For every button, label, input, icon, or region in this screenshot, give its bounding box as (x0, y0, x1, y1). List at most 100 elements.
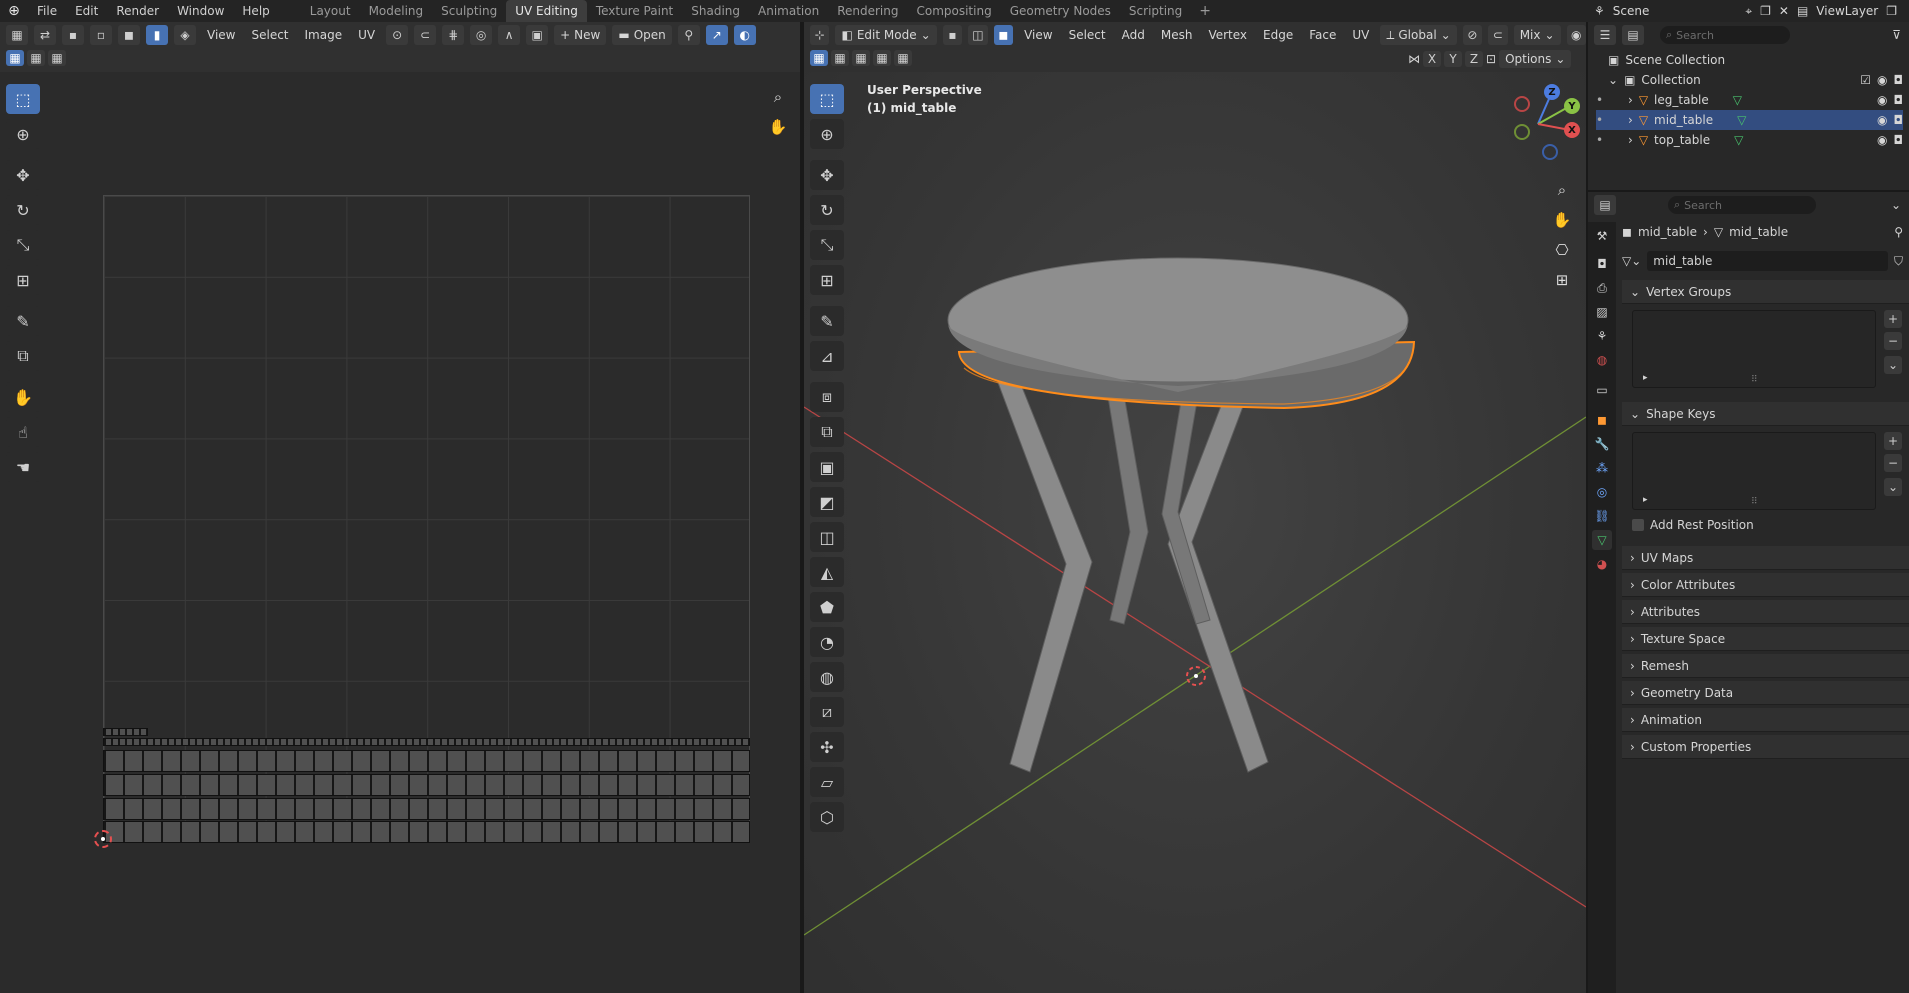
visibility-eye-icon[interactable]: ◉ (1877, 133, 1887, 147)
add-rest-position-checkbox[interactable] (1632, 519, 1644, 531)
scale-tool-icon[interactable]: ⤡ (6, 230, 40, 260)
gizmo-neg-y-icon[interactable] (1514, 124, 1530, 140)
particles-tab-icon[interactable]: ⁂ (1592, 458, 1612, 478)
vertex-group-specials-button[interactable]: ⌄ (1884, 356, 1902, 374)
uv-menu-view[interactable]: View (202, 28, 240, 42)
select-mode-face-icon[interactable]: ◼ (118, 25, 140, 45)
remesh-panel-header[interactable]: › Remesh (1622, 654, 1909, 678)
tab-sculpting[interactable]: Sculpting (432, 0, 506, 22)
tool-tab-icon[interactable]: ⚒ (1592, 226, 1612, 246)
spin-tool-icon[interactable]: ◔ (810, 627, 844, 657)
mode-extend-icon[interactable]: ▦ (27, 50, 45, 66)
material-tab-icon[interactable]: ◕ (1592, 554, 1612, 574)
vp-transform-tool-icon[interactable]: ⊞ (810, 265, 844, 295)
edge-slide-tool-icon[interactable]: ⧄ (810, 697, 844, 727)
mirror-icon[interactable]: ⋈ (1408, 52, 1420, 66)
geometry-data-panel-header[interactable]: › Geometry Data (1622, 681, 1909, 705)
animation-panel-header[interactable]: › Animation (1622, 708, 1909, 732)
mesh-data-icon[interactable]: ▽ (1737, 113, 1746, 127)
vertex-groups-panel-header[interactable]: ⌄ Vertex Groups (1622, 280, 1909, 304)
pinch-tool-icon[interactable]: ☚ (6, 452, 40, 482)
proportional-edit-toggle-icon[interactable]: ◉ (1566, 25, 1586, 45)
gizmo-toggle-icon[interactable]: ↗ (705, 25, 728, 45)
edge-select-icon[interactable]: ◫ (968, 25, 988, 45)
tab-compositing[interactable]: Compositing (907, 0, 1000, 22)
bevel-tool-icon[interactable]: ◩ (810, 487, 844, 517)
uv-menu-image[interactable]: Image (300, 28, 348, 42)
menu-render[interactable]: Render (107, 0, 168, 22)
rip-tool-icon[interactable]: ⧉ (6, 341, 40, 371)
face-select-icon[interactable]: ◼ (993, 25, 1014, 45)
edit-mode-dot-icon[interactable]: • (1596, 113, 1622, 127)
shrink-fatten-tool-icon[interactable]: ✣ (810, 732, 844, 762)
color-attributes-panel-header[interactable]: › Color Attributes (1622, 573, 1909, 597)
gizmo-neg-z-icon[interactable] (1542, 144, 1558, 160)
options-dropdown[interactable]: Options ⌄ (1499, 50, 1572, 68)
render-camera-icon[interactable]: ◘ (1894, 113, 1904, 127)
smooth-tool-icon[interactable]: ◍ (810, 662, 844, 692)
poly-build-tool-icon[interactable]: ⬟ (810, 592, 844, 622)
menu-window[interactable]: Window (168, 0, 233, 22)
output-tab-icon[interactable]: ⎙ (1592, 278, 1612, 298)
edit-mode-dot-icon[interactable]: • (1596, 133, 1622, 147)
expand-list-icon[interactable]: ▸ (1643, 373, 1648, 383)
tab-shading[interactable]: Shading (682, 0, 749, 22)
mesh-data-icon[interactable]: ▽ (1734, 133, 1743, 147)
rip-region-tool-icon[interactable]: ⬡ (810, 802, 844, 832)
vertex-groups-list[interactable]: ▸ ⠿ (1632, 310, 1876, 388)
uv-menu-select[interactable]: Select (246, 28, 293, 42)
mirror-x-toggle[interactable]: X (1423, 51, 1441, 67)
snap-target-icon[interactable]: ⋕ (442, 25, 465, 45)
gizmo-y-icon[interactable]: Y (1564, 98, 1580, 114)
pin-icon[interactable]: ⌖ (1745, 4, 1752, 19)
vp-menu-view[interactable]: View (1019, 28, 1057, 42)
mode-set-icon[interactable]: ▦ (6, 50, 24, 66)
vp-menu-edge[interactable]: Edge (1258, 28, 1298, 42)
mode-selector[interactable]: ◧ Edit Mode ⌄ (835, 25, 937, 45)
add-vertex-group-button[interactable]: + (1884, 310, 1902, 328)
navigation-gizmo[interactable]: Z Y X (1500, 84, 1580, 164)
select-mode-island-icon[interactable]: ▮ (146, 25, 168, 45)
render-camera-icon[interactable]: ◘ (1894, 93, 1904, 107)
zoom-icon[interactable]: ⌕ (765, 84, 791, 110)
vp-select-box-tool-icon[interactable]: ⬚ (810, 84, 844, 114)
pan-hand-icon[interactable]: ✋ (765, 114, 791, 140)
pin-icon[interactable]: ⚲ (1894, 225, 1903, 239)
attributes-panel-header[interactable]: › Attributes (1622, 600, 1909, 624)
scene-selector[interactable]: Scene (1613, 4, 1650, 18)
custom-properties-panel-header[interactable]: › Custom Properties (1622, 735, 1909, 759)
vp-move-tool-icon[interactable]: ✥ (810, 160, 844, 190)
outliner-search-field[interactable]: ⌕ Search (1660, 26, 1790, 44)
vp-menu-face[interactable]: Face (1304, 28, 1341, 42)
menu-help[interactable]: Help (233, 0, 278, 22)
pivot-point-icon[interactable]: ⊘ (1462, 25, 1483, 45)
scene-tab-icon[interactable]: ⚘ (1592, 326, 1612, 346)
vp-zoom-icon[interactable]: ⌕ (1549, 177, 1575, 203)
cursor-tool-icon[interactable]: ⊕ (6, 119, 40, 149)
filter-icon[interactable]: ⊽ (1892, 28, 1901, 42)
physics-tab-icon[interactable]: ◎ (1592, 482, 1612, 502)
mirror-y-toggle[interactable]: Y (1444, 51, 1462, 67)
modifier-tab-icon[interactable]: 🔧 (1592, 434, 1612, 454)
properties-editor-type-icon[interactable]: ▤ (1594, 195, 1616, 215)
inset-faces-tool-icon[interactable]: ▣ (810, 452, 844, 482)
collection-tab-icon[interactable]: ▭ (1592, 380, 1612, 400)
exclude-checkbox[interactable]: ☑ (1860, 73, 1871, 87)
tab-geometry-nodes[interactable]: Geometry Nodes (1001, 0, 1120, 22)
loop-cut-tool-icon[interactable]: ◫ (810, 522, 844, 552)
world-tab-icon[interactable]: ◍ (1592, 350, 1612, 370)
collection-row[interactable]: ⌄ ▣ Collection ☑ ◉ ◘ (1608, 70, 1903, 90)
add-workspace-icon[interactable]: + (1191, 3, 1219, 19)
tab-scripting[interactable]: Scripting (1120, 0, 1191, 22)
vp-annotate-tool-icon[interactable]: ✎ (810, 306, 844, 336)
vp-rotate-tool-icon[interactable]: ↻ (810, 195, 844, 225)
constraints-tab-icon[interactable]: ⛓ (1592, 506, 1612, 526)
gizmo-x-icon[interactable]: X (1564, 122, 1580, 138)
open-image-button[interactable]: ▬ Open (612, 25, 672, 45)
tab-rendering[interactable]: Rendering (828, 0, 907, 22)
vp-menu-mesh[interactable]: Mesh (1156, 28, 1198, 42)
view-layer-tab-icon[interactable]: ▨ (1592, 302, 1612, 322)
display-mode-icon[interactable]: ▤ (1622, 25, 1644, 45)
new-scene-icon[interactable]: ❐ (1760, 4, 1771, 18)
remove-shape-key-button[interactable]: − (1884, 454, 1902, 472)
